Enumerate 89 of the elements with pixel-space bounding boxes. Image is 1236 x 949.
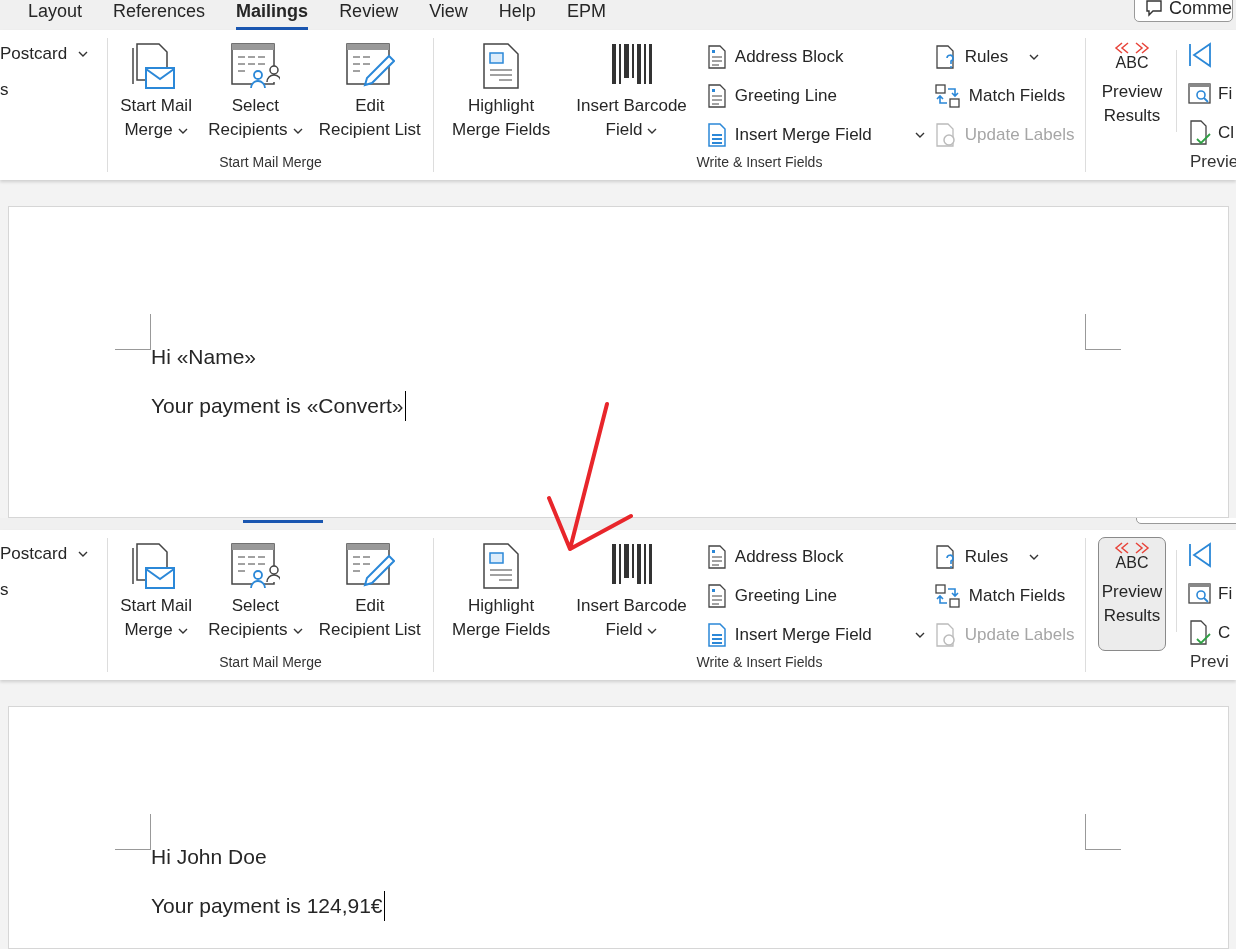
barcode-icon — [609, 42, 654, 86]
chevrons-icon — [1114, 42, 1150, 54]
ribbon-button[interactable]: Insert Merge Field — [706, 120, 925, 150]
find-recipient-icon[interactable] — [1188, 82, 1212, 106]
ribbon-button[interactable]: Highlight Merge Fields — [446, 30, 557, 152]
document-question-icon — [934, 45, 957, 69]
document-refresh-icon — [934, 623, 957, 647]
swap-arrows-icon — [934, 584, 961, 608]
document-text: Your payment is 124,91€ — [151, 891, 385, 921]
first-record-icon[interactable] — [1188, 42, 1212, 68]
document-field-icon — [706, 623, 727, 647]
group-label: Write & Insert Fields — [695, 653, 824, 672]
caret-icon — [78, 551, 89, 557]
caret-icon — [914, 632, 925, 638]
caret-icon — [914, 132, 925, 138]
caret-icon — [292, 127, 303, 134]
margin-mark — [115, 814, 151, 850]
ribbon-button[interactable]: Match Fields — [934, 81, 1066, 111]
ribbon-button[interactable]: Edit Recipient List — [312, 30, 427, 152]
ribbon-button[interactable]: Select Recipients — [202, 530, 309, 652]
first-record-icon[interactable] — [1188, 542, 1212, 568]
ribbon-button[interactable]: Start Mail Merge — [114, 30, 198, 152]
ribbon-button[interactable]: Match Fields — [934, 581, 1066, 611]
document-icon — [706, 584, 727, 608]
document-text: Hi John Doe — [151, 844, 268, 870]
postcard-dropdown[interactable]: Postcard — [0, 44, 107, 64]
ribbon-button[interactable]: Fi — [1218, 584, 1233, 604]
ribbon-tab[interactable]: Review — [339, 0, 399, 30]
group-label: Start Mail Merge — [218, 653, 323, 672]
caret-icon — [1029, 54, 1040, 60]
ribbon-button[interactable]: Insert Merge Field — [706, 620, 925, 650]
comment-icon — [1145, 0, 1163, 17]
ribbon-button[interactable]: Insert Barcode Field — [570, 530, 693, 652]
caret-icon — [177, 127, 188, 134]
group-label: Previ — [1189, 652, 1230, 673]
ribbon-button[interactable]: Insert Barcode Field — [570, 30, 693, 152]
ribbon-tab[interactable]: Layout — [28, 0, 83, 30]
preview-results-button[interactable]: ABC Preview Results — [1098, 37, 1166, 151]
ribbon-button[interactable]: Address Block — [706, 542, 844, 572]
ribbon-label: s — [0, 80, 10, 100]
ribbon-button[interactable]: Cl — [1218, 123, 1235, 143]
document-field-icon — [481, 42, 522, 90]
chevrons-icon — [1114, 542, 1150, 554]
ribbon-button[interactable]: Start Mail Merge — [114, 530, 198, 652]
group-label: Write & Insert Fields — [695, 153, 824, 172]
ribbon-button[interactable]: Edit Recipient List — [312, 530, 427, 652]
preview-results-button[interactable]: ABC Preview Results — [1098, 537, 1166, 651]
ribbon-button[interactable]: Rules — [934, 542, 1040, 572]
document-field-icon — [706, 123, 727, 147]
document-refresh-icon — [934, 123, 957, 147]
find-recipient-icon[interactable] — [1188, 582, 1212, 606]
margin-mark — [115, 314, 151, 350]
caret-icon — [78, 51, 89, 57]
ribbon-tab[interactable]: Help — [498, 0, 536, 30]
ribbon-button[interactable]: Address Block — [706, 42, 844, 72]
comments-button[interactable]: Comme — [1134, 0, 1233, 22]
document-text: Hi «Name» — [151, 344, 258, 370]
ribbon-tab[interactable]: EPM — [566, 0, 606, 30]
document-check-icon[interactable] — [1188, 120, 1212, 146]
postcard-dropdown[interactable]: Postcard — [0, 544, 107, 564]
document-question-icon — [934, 545, 957, 569]
ribbon-button[interactable]: Rules — [934, 42, 1040, 72]
ribbon-tab[interactable]: View — [429, 0, 468, 30]
barcode-icon — [609, 542, 654, 586]
document-icon — [706, 84, 727, 108]
document-icon — [706, 545, 727, 569]
document-icon — [706, 45, 727, 69]
ribbon-button[interactable]: Highlight Merge Fields — [446, 530, 557, 652]
ribbon-button[interactable]: C — [1218, 623, 1231, 643]
caret-icon — [292, 627, 303, 634]
ribbon-button[interactable]: Select Recipients — [202, 30, 309, 152]
list-people-icon — [230, 542, 281, 590]
ribbon-button[interactable]: Fi — [1218, 84, 1233, 104]
caret-icon — [647, 127, 658, 134]
ribbon-tab[interactable]: References — [113, 0, 206, 30]
ribbon-button[interactable]: Greeting Line — [706, 581, 837, 611]
margin-mark — [1085, 814, 1121, 850]
group-label: Start Mail Merge — [218, 153, 323, 172]
caret-icon — [177, 627, 188, 634]
document-text: Your payment is «Convert» — [151, 391, 406, 421]
swap-arrows-icon — [934, 84, 961, 108]
caret-icon — [1029, 554, 1040, 560]
margin-mark — [1085, 314, 1121, 350]
document-field-icon — [481, 542, 522, 590]
ribbon-label: s — [0, 580, 10, 600]
list-people-icon — [230, 42, 281, 90]
document-check-icon[interactable] — [1188, 620, 1212, 646]
ribbon-button[interactable]: Greeting Line — [706, 81, 837, 111]
caret-icon — [647, 627, 658, 634]
